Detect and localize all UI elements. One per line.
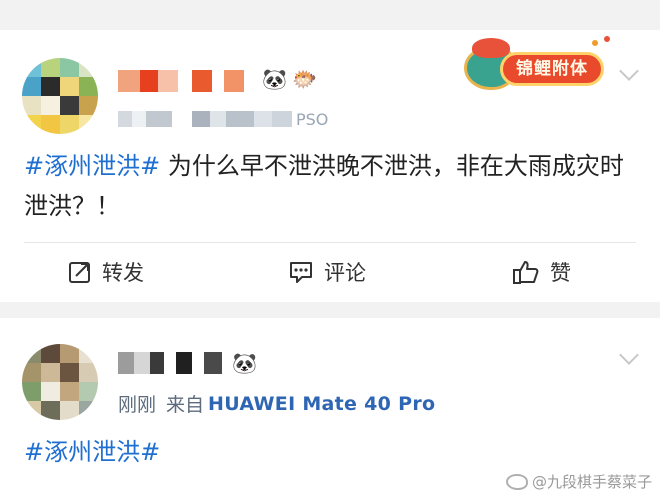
avatar[interactable] xyxy=(22,344,98,420)
divider xyxy=(24,242,636,243)
like-label: 赞 xyxy=(550,261,571,285)
panda-emoji: 🐼 xyxy=(232,351,257,375)
post-meta-redacted: PSO xyxy=(118,109,329,129)
repost-button[interactable]: 转发 xyxy=(68,256,144,288)
post-body: #涿州泄洪# 为什么早不泄洪晚不泄洪，非在大雨成灾时泄洪？！ xyxy=(24,146,644,226)
koi-cap-icon xyxy=(472,38,510,58)
watermark-text: @九段棋手蔡菜子 xyxy=(531,473,652,491)
koi-badge: 锦鲤附体 xyxy=(460,36,612,100)
chevron-down-icon[interactable] xyxy=(619,345,639,365)
like-icon xyxy=(513,261,539,284)
badge-label: 锦鲤附体 xyxy=(500,52,604,86)
topic-link[interactable]: #涿州泄洪# xyxy=(24,152,160,180)
comment-button[interactable]: 评论 xyxy=(288,256,366,288)
post-card: 🐼 🐡 PSO 锦鲤附体 #涿州泄洪# 为什么早不泄洪晚不泄洪，非在大雨成灾时泄… xyxy=(0,30,660,302)
watermark: @九段棋手蔡菜子 xyxy=(505,471,652,492)
sparkle-icon xyxy=(604,36,610,42)
weibo-logo-icon xyxy=(505,473,528,490)
fish-emoji: 🐡 xyxy=(292,67,317,91)
source-prefix: 来自 xyxy=(166,394,205,416)
source-device[interactable]: HUAWEI Mate 40 Pro xyxy=(208,393,435,415)
username-redacted[interactable] xyxy=(118,70,244,92)
avatar[interactable] xyxy=(22,58,98,134)
comment-icon xyxy=(290,262,312,283)
comment-label: 评论 xyxy=(324,261,366,285)
chevron-down-icon[interactable] xyxy=(619,61,639,81)
repost-icon xyxy=(69,262,90,283)
post-body: #涿州泄洪# xyxy=(24,432,644,472)
post-card: 🐼 刚刚 来自 HUAWEI Mate 40 Pro #涿州泄洪# xyxy=(0,318,660,496)
sparkle-icon xyxy=(592,40,598,46)
post-time: 刚刚 xyxy=(118,394,157,416)
source-text: PSO xyxy=(296,109,329,129)
topic-link[interactable]: #涿州泄洪# xyxy=(24,438,160,466)
post-meta: 刚刚 来自 HUAWEI Mate 40 Pro xyxy=(118,390,435,417)
username-redacted[interactable] xyxy=(118,352,222,374)
repost-label: 转发 xyxy=(102,261,144,285)
panda-emoji: 🐼 xyxy=(262,67,287,91)
like-button[interactable]: 赞 xyxy=(512,256,571,288)
